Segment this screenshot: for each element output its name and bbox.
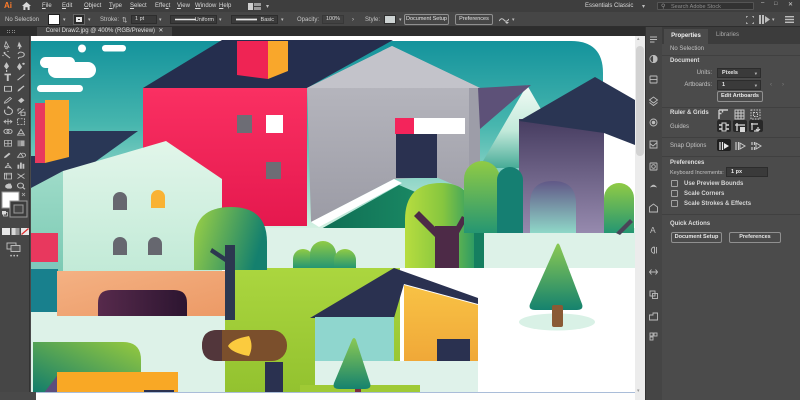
svg-text:A: A — [650, 225, 656, 235]
